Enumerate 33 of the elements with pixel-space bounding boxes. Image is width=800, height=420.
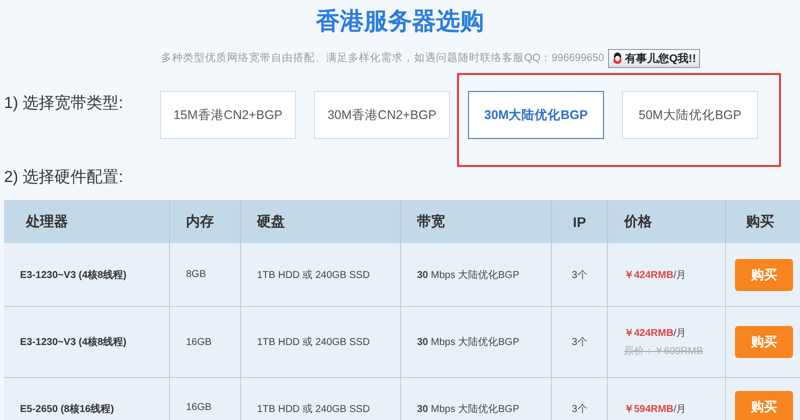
unit-text: /月 xyxy=(673,404,686,415)
table-cell: 16GB xyxy=(170,307,241,377)
table-cell: 8GB xyxy=(170,243,241,306)
table-cell: 16GB xyxy=(170,378,241,420)
table-cell: 30 Mbps 大陆优化BGP xyxy=(401,378,552,420)
column-header: 购买 xyxy=(744,212,775,230)
table-cell: 3个 xyxy=(552,243,608,306)
table-cell: E3-1230~V3 (4核8线程) xyxy=(4,243,170,306)
subtitle-text: 多种类型优质网络宽带自由搭配、满足多样化需求，如遇问题随时联络客服QQ：996699650 xyxy=(161,51,604,65)
section-label: 2) 选择硬件配置: xyxy=(4,168,124,188)
qq-contact-button[interactable]: 有事儿您Q我!! xyxy=(608,48,700,68)
table-cell: 30 Mbps 大陆优化BGP xyxy=(401,307,552,377)
table-cell: 1TB HDD 或 240GB SSD xyxy=(241,378,401,420)
bandwidth-option[interactable]: 15M香港CN2+BGP xyxy=(160,91,296,139)
table-cell: E5-2650 (8核16线程) xyxy=(4,378,170,420)
unit-text: /月 xyxy=(673,328,686,339)
price-text: ￥594RMB xyxy=(624,404,674,415)
page-title: 香港服务器选购 xyxy=(314,7,485,37)
penguin-icon xyxy=(612,52,624,64)
bandwidth-option[interactable]: 50M大陆优化BGP xyxy=(622,91,758,139)
section-label: 1) 选择宽带类型: xyxy=(4,94,124,114)
table-cell: 3个 xyxy=(552,307,608,377)
bandwidth-option[interactable]: 30M大陆优化BGP xyxy=(468,91,604,139)
bandwidth-option[interactable]: 30M香港CN2+BGP xyxy=(314,91,450,139)
unit-text: /月 xyxy=(673,270,686,280)
price-text: ￥424RMB xyxy=(624,270,674,280)
original-price: 原价：￥609RMB xyxy=(624,345,703,358)
price-text: ￥424RMB xyxy=(624,328,674,339)
table-cell: 30 Mbps 大陆优化BGP xyxy=(401,243,552,306)
table-cell: 1TB HDD 或 240GB SSD xyxy=(241,307,401,377)
table-cell: E3-1230~V3 (4核8线程) xyxy=(4,307,170,377)
table-cell: 1TB HDD 或 240GB SSD xyxy=(241,243,401,306)
table-cell: 3个 xyxy=(552,378,608,420)
